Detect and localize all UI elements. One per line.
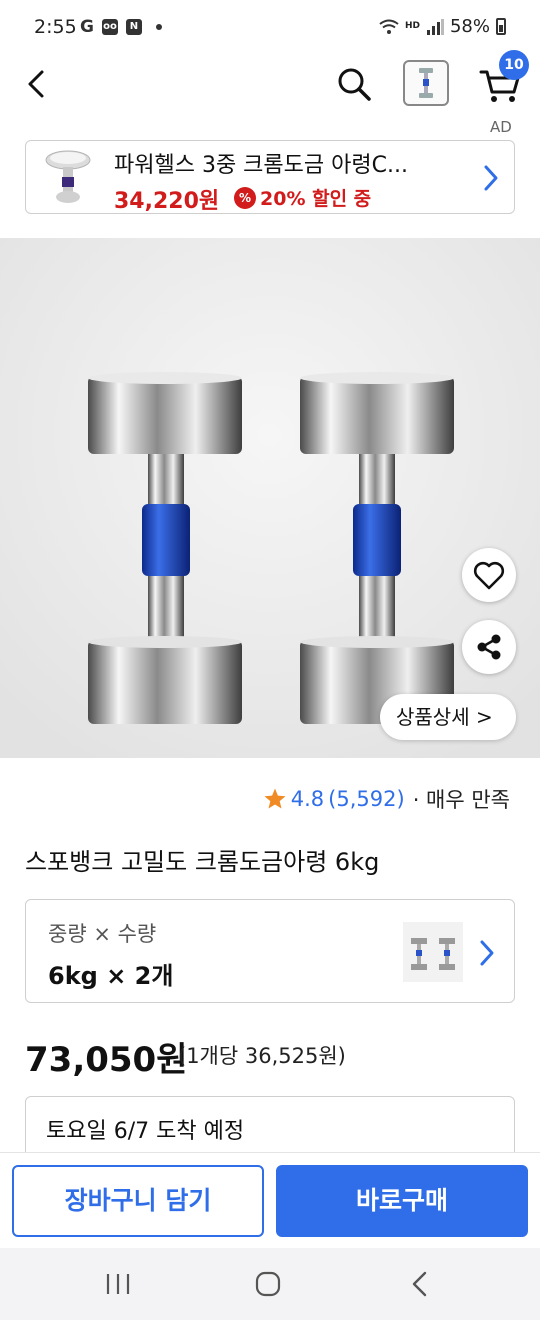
dumbbells-photo <box>0 220 540 758</box>
chevron-right-icon <box>484 165 498 191</box>
status-time: 2:55 <box>34 16 77 38</box>
product-thumbnail-button[interactable] <box>403 60 449 106</box>
ad-product-image <box>45 150 91 203</box>
review-count: (5,592) <box>328 787 405 811</box>
bottom-action-bar: 장바구니 담기 바로구매 <box>0 1152 540 1248</box>
unit-price: (1개당 36,525원) <box>178 1044 346 1068</box>
battery-icon <box>496 18 506 35</box>
product-detail-button[interactable]: 상품상세 > <box>380 694 516 740</box>
product-image[interactable]: 상품상세 > <box>0 220 540 758</box>
voicemail-icon: oo <box>101 19 118 35</box>
home-icon[interactable] <box>254 1270 282 1298</box>
volte-icon: HD <box>404 21 420 31</box>
dot-icon <box>155 24 162 30</box>
status-bar: 2:55 G oo N HD 58% <box>0 0 540 56</box>
satisfaction-label: · 매우 만족 <box>412 788 510 812</box>
share-icon <box>477 634 501 660</box>
n-icon: N <box>125 19 142 35</box>
option-value: 6kg × 2개 <box>48 962 174 990</box>
dumbbell-icon <box>419 68 433 98</box>
ad-discount-text: 20% 할인 중 <box>260 188 372 210</box>
share-button[interactable] <box>462 620 516 674</box>
status-icons: G oo N <box>80 17 162 37</box>
rating-score: 4.8 <box>290 787 325 811</box>
product-name: 스포뱅크 고밀도 크롬도금아령 6kg <box>25 848 380 876</box>
signal-icon <box>426 18 444 35</box>
back-icon[interactable] <box>408 1270 432 1298</box>
ad-product-title: 파워헬스 3중 크롬도금 아령C... <box>114 153 408 178</box>
add-to-cart-button[interactable]: 장바구니 담기 <box>12 1165 264 1237</box>
option-thumbnail <box>403 922 463 982</box>
google-icon: G <box>80 17 94 37</box>
product-price: 73,050원 <box>25 1040 188 1080</box>
ad-product-price: 34,220원 <box>114 189 220 214</box>
rating-summary[interactable]: 4.8 (5,592) · 매우 만족 <box>263 784 510 814</box>
top-navigation <box>0 56 540 116</box>
ad-product-card[interactable]: 파워헬스 3중 크롬도금 아령C... 34,220원 % 20% 할인 중 <box>25 140 515 214</box>
chevron-right-icon <box>480 940 494 966</box>
option-selector[interactable]: 중량 × 수량 6kg × 2개 <box>25 899 515 1003</box>
ad-label: AD <box>490 118 512 136</box>
discount-icon: % <box>234 186 256 209</box>
ad-discount: % 20% 할인 중 <box>234 184 371 211</box>
delivery-text: 토요일 6/7 도착 예정 <box>46 1119 245 1144</box>
battery-percent: 58% <box>449 16 490 37</box>
system-navigation-bar <box>0 1248 540 1320</box>
search-icon[interactable] <box>334 64 374 104</box>
status-right: HD 58% <box>379 16 506 37</box>
wishlist-button[interactable] <box>462 548 516 602</box>
buy-now-button[interactable]: 바로구매 <box>276 1165 528 1237</box>
heart-icon <box>473 561 505 590</box>
wifi-icon <box>379 19 399 34</box>
star-icon <box>264 788 286 809</box>
cart-count-badge: 10 <box>499 50 529 80</box>
recent-apps-icon[interactable] <box>104 1272 132 1296</box>
back-arrow-icon[interactable] <box>22 64 54 104</box>
option-label: 중량 × 수량 <box>48 922 157 946</box>
